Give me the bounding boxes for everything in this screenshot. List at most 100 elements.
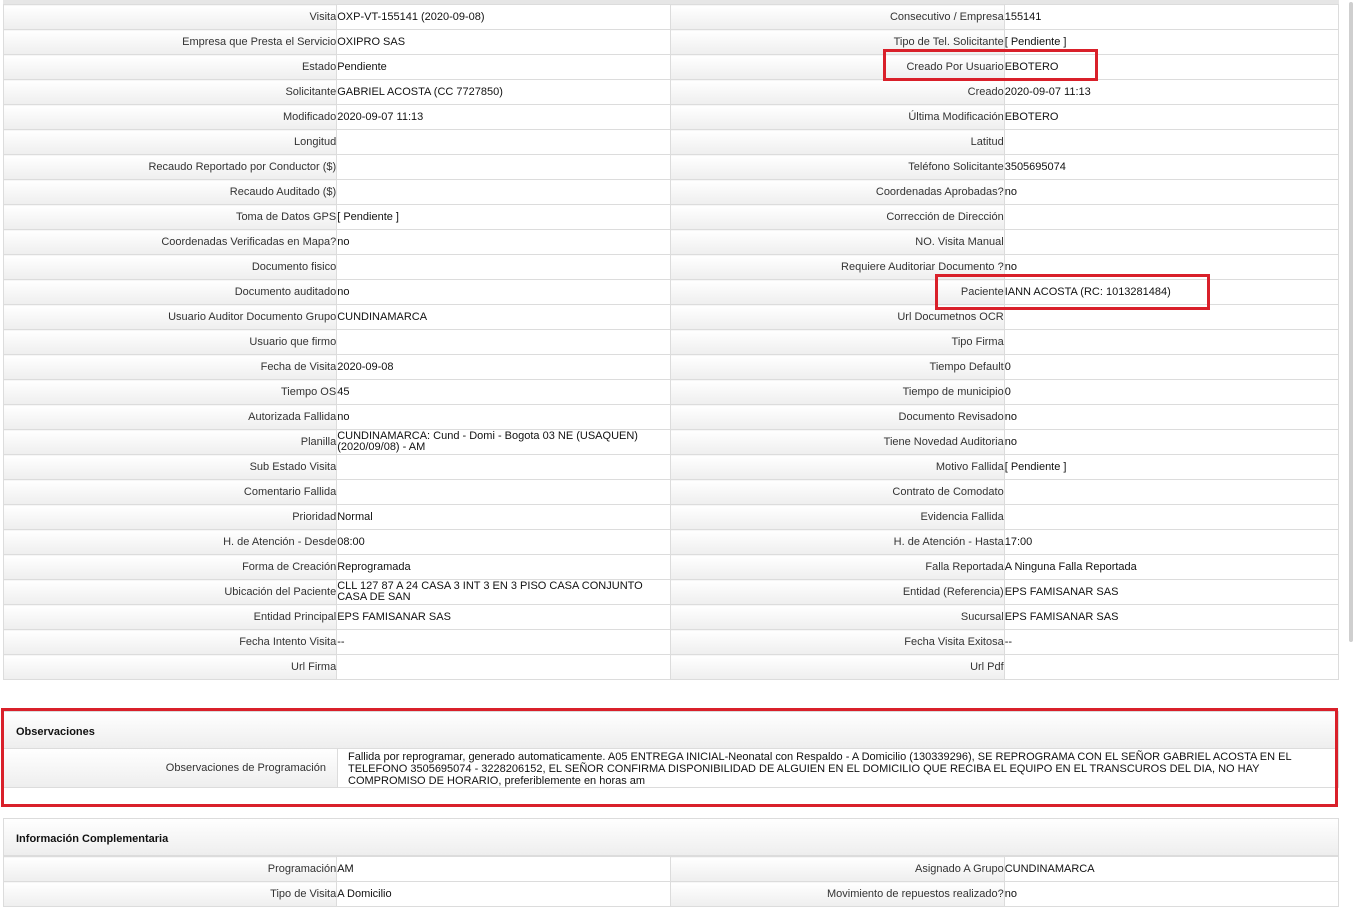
observaciones-text: Fallida por reprogramar, generado automa… xyxy=(337,749,1338,787)
field-value xyxy=(336,454,672,480)
field-label: Tiene Novedad Auditoria xyxy=(670,429,1005,455)
detail-row: Coordenadas Verificadas en Mapa? no NO. V… xyxy=(2,229,1340,255)
field-label: Url Documetnos OCR xyxy=(670,304,1005,330)
field-label: Requiere Auditoriar Documento ? xyxy=(670,254,1005,280)
detail-row: Fecha Intento Visita -- Fecha Visita Exit… xyxy=(2,629,1340,655)
detail-row: Autorizada Fallida no Documento Revisado … xyxy=(2,404,1340,430)
field-label: Comentario Fallida xyxy=(2,479,338,505)
field-value: CUNDINAMARCA xyxy=(336,304,672,330)
field-value: CLL 127 87 A 24 CASA 3 INT 3 EN 3 PISO C… xyxy=(336,579,672,605)
details-table: Visita OXP-VT-155141 (2020-09-08) Consecut… xyxy=(2,4,1340,680)
field-value: 2020-09-07 11:13 xyxy=(1003,79,1340,105)
field-value xyxy=(336,654,672,680)
scrollbar-thumb[interactable] xyxy=(1349,2,1353,642)
field-label: Modificado xyxy=(2,104,338,130)
field-value: no xyxy=(1003,404,1340,430)
field-label: Documento Revisado xyxy=(670,404,1005,430)
field-label: Tipo de Tel. Solicitante xyxy=(670,29,1005,55)
field-value: no xyxy=(336,279,672,305)
field-value: -- xyxy=(336,629,672,655)
field-label: Coordenadas Verificadas en Mapa? xyxy=(2,229,338,255)
field-label: Entidad Principal xyxy=(2,604,338,630)
detail-row: Recaudo Reportado por Conductor ($) Teléf… xyxy=(2,154,1340,180)
field-value: IANN ACOSTA (RC: 1013281484) xyxy=(1003,279,1340,305)
field-label: Forma de Creación xyxy=(2,554,338,580)
field-label: Recaudo Reportado por Conductor ($) xyxy=(2,154,338,180)
field-label: H. de Atención - Hasta xyxy=(670,529,1005,555)
field-label: Usuario Auditor Documento Grupo xyxy=(2,304,338,330)
field-value: OXIPRO SAS xyxy=(336,29,672,55)
field-value: no xyxy=(336,404,672,430)
field-label: Solicitante xyxy=(2,79,338,105)
field-value xyxy=(1003,129,1340,155)
field-label: Fecha Visita Exitosa xyxy=(670,629,1005,655)
field-value: no xyxy=(1003,429,1340,455)
detail-row: Longitud Latitud xyxy=(2,129,1340,155)
field-label: Estado xyxy=(2,54,338,80)
field-value: no xyxy=(336,229,672,255)
field-label: Ubicación del Paciente xyxy=(2,579,338,605)
field-value: 2020-09-07 11:13 xyxy=(336,104,672,130)
field-label: Contrato de Comodato xyxy=(670,479,1005,505)
field-value: 17:00 xyxy=(1003,529,1340,555)
field-label: Toma de Datos GPS xyxy=(2,204,338,230)
field-label: Planilla xyxy=(2,429,338,455)
field-label: Latitud xyxy=(670,129,1005,155)
field-value: A Ninguna Falla Reportada xyxy=(1003,554,1340,580)
field-label: Recaudo Auditado ($) xyxy=(2,179,338,205)
field-value: no xyxy=(1003,179,1340,205)
field-label: Asignado A Grupo xyxy=(670,856,1005,882)
detail-row: Forma de Creación Reprogramada Falla Repor… xyxy=(2,554,1340,580)
detail-row: Tiempo OS 45 Tiempo de municipio 0 xyxy=(2,379,1340,405)
field-label: Última Modificación xyxy=(670,104,1005,130)
field-label: Autorizada Fallida xyxy=(2,404,338,430)
field-value xyxy=(1003,479,1340,505)
field-label: H. de Atención - Desde xyxy=(2,529,338,555)
field-label: Paciente xyxy=(670,279,1005,305)
detail-row: Estado Pendiente Creado Por Usuario EBOTERO xyxy=(2,54,1340,80)
complementaria-section: Información Complementaria Programación A… xyxy=(2,818,1340,907)
field-label: Longitud xyxy=(2,129,338,155)
field-value: CUNDINAMARCA: Cund - Domi - Bogota 03 NE… xyxy=(336,429,672,455)
detail-row: Sub Estado Visita Motivo Fallida[ Pendien… xyxy=(2,454,1340,480)
field-value xyxy=(1003,304,1340,330)
field-label: Motivo Fallida xyxy=(670,454,1005,480)
field-value: EBOTERO xyxy=(1003,54,1340,80)
detail-row: Modificado 2020-09-07 11:13 Última Modific… xyxy=(2,104,1340,130)
field-value: 155141 xyxy=(1003,4,1340,30)
field-label: Prioridad xyxy=(2,504,338,530)
field-value xyxy=(336,329,672,355)
detail-row: Empresa que Presta el Servicio OXIPRO SAS… xyxy=(2,29,1340,55)
field-label: Usuario que firmo xyxy=(2,329,338,355)
field-value: Reprogramada xyxy=(336,554,672,580)
detail-row: H. de Atención - Desde 08:00 H. de Atenció… xyxy=(2,529,1340,555)
field-value: 08:00 xyxy=(336,529,672,555)
field-label: Tiempo de municipio xyxy=(670,379,1005,405)
field-value: AM xyxy=(336,856,672,882)
field-value: Pendiente xyxy=(336,54,672,80)
field-value: no xyxy=(1003,254,1340,280)
details-section: Visita OXP-VT-155141 (2020-09-08) Consecut… xyxy=(2,4,1340,680)
field-label: Coordenadas Aprobadas? xyxy=(670,179,1005,205)
field-value: -- xyxy=(1003,629,1340,655)
complementaria-table: Programación AM Asignado A Grupo CUNDINAMAR… xyxy=(2,856,1340,907)
field-value: EPS FAMISANAR SAS xyxy=(1003,579,1340,605)
detail-row: Prioridad Normal Evidencia Fallida xyxy=(2,504,1340,530)
detail-row: Usuario que firmo Tipo Firma xyxy=(2,329,1340,355)
field-label: Url Pdf xyxy=(670,654,1005,680)
field-label: Fecha de Visita xyxy=(2,354,338,380)
field-value xyxy=(336,254,672,280)
field-value xyxy=(336,179,672,205)
field-value: [ Pendiente ] xyxy=(1003,454,1340,480)
field-value xyxy=(1003,654,1340,680)
field-label: Url Firma xyxy=(2,654,338,680)
field-label: Corrección de Dirección xyxy=(670,204,1005,230)
field-label: Consecutivo / Empresa xyxy=(670,4,1005,30)
scrollbar[interactable] xyxy=(1345,0,1355,903)
field-value: Normal xyxy=(336,504,672,530)
field-label: Tipo Firma xyxy=(670,329,1005,355)
field-value: 0 xyxy=(1003,354,1340,380)
detail-row: Fecha de Visita 2020-09-08 Tiempo Default… xyxy=(2,354,1340,380)
detail-row: Solicitante GABRIEL ACOSTA (CC 7727850) Cr… xyxy=(2,79,1340,105)
detail-row: Ubicación del Paciente CLL 127 87 A 24 CA… xyxy=(2,579,1340,605)
